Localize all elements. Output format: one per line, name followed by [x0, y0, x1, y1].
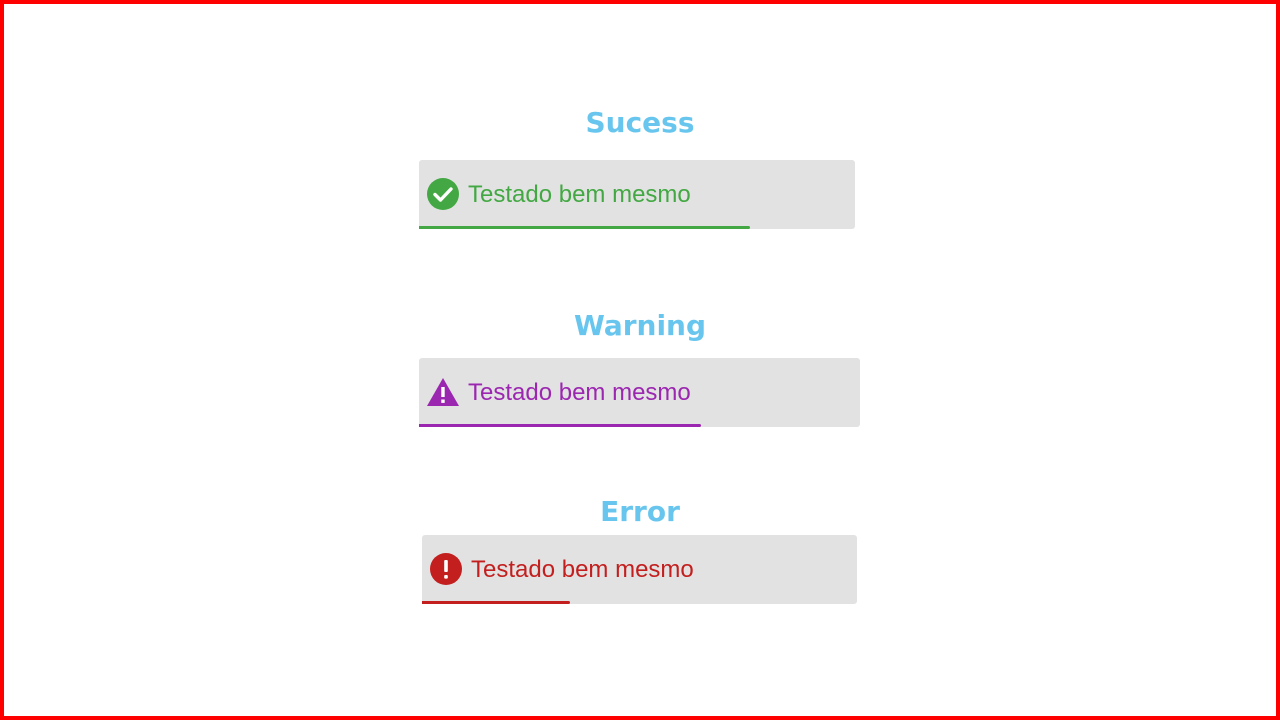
- success-toast[interactable]: Testado bem mesmo: [419, 160, 855, 229]
- error-message: Testado bem mesmo: [471, 556, 694, 583]
- error-heading: Error: [600, 495, 680, 528]
- success-heading: Sucess: [585, 106, 695, 139]
- warning-toast[interactable]: Testado bem mesmo: [419, 358, 860, 427]
- check-circle-icon: [426, 177, 460, 211]
- warning-progress-bar: [419, 424, 702, 427]
- success-progress-bar: [419, 226, 751, 229]
- exclamation-circle-icon: [429, 552, 463, 586]
- success-message: Testado bem mesmo: [468, 181, 691, 208]
- warning-triangle-icon: [426, 375, 460, 409]
- warning-heading: Warning: [573, 309, 707, 342]
- error-progress-bar: [422, 601, 570, 604]
- error-toast[interactable]: Testado bem mesmo: [422, 535, 857, 604]
- warning-message: Testado bem mesmo: [468, 379, 691, 406]
